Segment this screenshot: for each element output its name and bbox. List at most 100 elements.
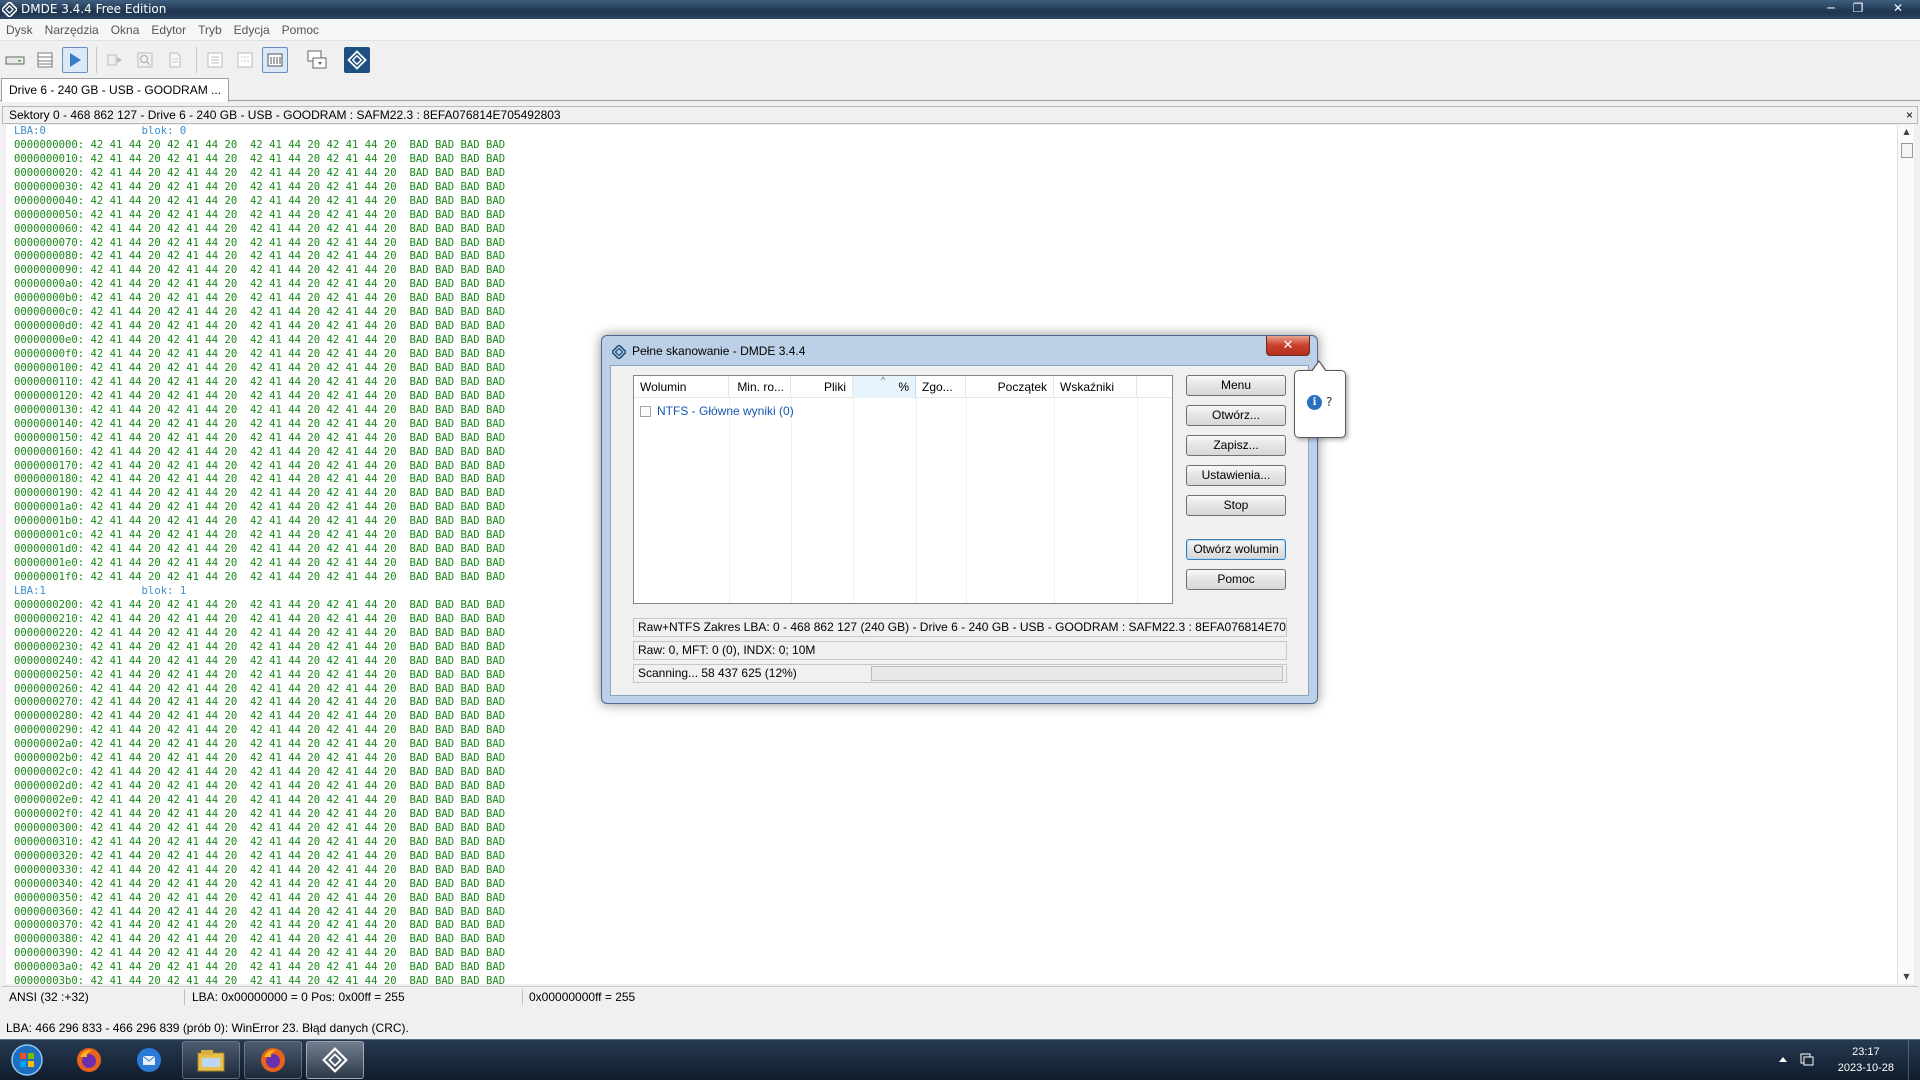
- menu-narzedzia[interactable]: Narzędzia: [39, 19, 105, 41]
- scroll-down-icon[interactable]: ▼: [1898, 970, 1915, 984]
- hex-row[interactable]: 00000002c0: 42 41 44 20 42 41 44 20 42 4…: [6, 766, 1897, 780]
- volume-row-ntfs[interactable]: NTFS - Główne wyniki (0): [640, 403, 794, 419]
- scroll-up-icon[interactable]: ▲: [1898, 125, 1915, 139]
- hex-row[interactable]: 0000000310: 42 41 44 20 42 41 44 20 42 4…: [6, 836, 1897, 850]
- action-center-icon[interactable]: [1800, 1052, 1814, 1066]
- hex-row[interactable]: 0000000030: 42 41 44 20 42 41 44 20 42 4…: [6, 181, 1897, 195]
- hex-text: BAD BAD BAD BAD: [409, 306, 506, 319]
- file-button[interactable]: [162, 47, 188, 73]
- step-button[interactable]: [102, 47, 128, 73]
- menu-tryb[interactable]: Tryb: [192, 19, 228, 41]
- hex-row[interactable]: 0000000390: 42 41 44 20 42 41 44 20 42 4…: [6, 947, 1897, 961]
- hex-text: BAD BAD BAD BAD: [409, 975, 506, 984]
- hex-row[interactable]: 0000000070: 42 41 44 20 42 41 44 20 42 4…: [6, 237, 1897, 251]
- dmde-logo-button[interactable]: [344, 47, 370, 73]
- volume-list[interactable]: Wolumin Min. ro... Pliki ^% Zgo... Począ…: [633, 375, 1173, 604]
- hex-row[interactable]: 0000000280: 42 41 44 20 42 41 44 20 42 4…: [6, 710, 1897, 724]
- menu-edycja[interactable]: Edycja: [228, 19, 276, 41]
- hex-row[interactable]: 0000000320: 42 41 44 20 42 41 44 20 42 4…: [6, 850, 1897, 864]
- hex-row[interactable]: 0000000000: 42 41 44 20 42 41 44 20 42 4…: [6, 139, 1897, 153]
- taskbar-dmde[interactable]: [306, 1041, 364, 1079]
- hex-gap: [397, 906, 410, 918]
- col-wolumin[interactable]: Wolumin: [634, 376, 729, 398]
- taskbar-explorer[interactable]: [182, 1041, 240, 1079]
- hex-row[interactable]: 0000000380: 42 41 44 20 42 41 44 20 42 4…: [6, 933, 1897, 947]
- hex-offset: 0000000110: [14, 375, 78, 388]
- hex-row[interactable]: 0000000090: 42 41 44 20 42 41 44 20 42 4…: [6, 264, 1897, 278]
- hex-row[interactable]: 00000002d0: 42 41 44 20 42 41 44 20 42 4…: [6, 780, 1897, 794]
- menu-button[interactable]: Menu: [1186, 375, 1286, 396]
- hex-row[interactable]: 0000000010: 42 41 44 20 42 41 44 20 42 4…: [6, 153, 1897, 167]
- drive-button[interactable]: [2, 47, 28, 73]
- volume-checkbox[interactable]: [640, 405, 651, 417]
- hex-colon: :: [77, 236, 91, 249]
- scan-button[interactable]: [62, 47, 88, 73]
- clock[interactable]: 23:17 2023-10-28: [1838, 1044, 1894, 1076]
- show-desktop-button[interactable]: [1908, 1040, 1920, 1080]
- scrollbar-thumb[interactable]: [1901, 143, 1913, 158]
- col-pliki[interactable]: Pliki: [791, 376, 853, 398]
- hex-row[interactable]: 0000000020: 42 41 44 20 42 41 44 20 42 4…: [6, 167, 1897, 181]
- hex-row[interactable]: 0000000300: 42 41 44 20 42 41 44 20 42 4…: [6, 822, 1897, 836]
- partitions-button[interactable]: [32, 47, 58, 73]
- hex-row[interactable]: 0000000340: 42 41 44 20 42 41 44 20 42 4…: [6, 878, 1897, 892]
- taskbar-firefox[interactable]: [60, 1041, 118, 1079]
- hex-row[interactable]: 0000000350: 42 41 44 20 42 41 44 20 42 4…: [6, 892, 1897, 906]
- hex-row[interactable]: 0000000330: 42 41 44 20 42 41 44 20 42 4…: [6, 864, 1897, 878]
- text-view-button[interactable]: [202, 47, 228, 73]
- hex-row[interactable]: 0000000360: 42 41 44 20 42 41 44 20 42 4…: [6, 906, 1897, 920]
- open-button[interactable]: Otwórz...: [1186, 405, 1286, 426]
- start-button[interactable]: [2, 1041, 52, 1079]
- hex-gap: [397, 780, 410, 792]
- col-percent[interactable]: ^%: [853, 375, 916, 398]
- hex-offset: 0000000310: [14, 835, 78, 848]
- hex-row[interactable]: 0000000050: 42 41 44 20 42 41 44 20 42 4…: [6, 209, 1897, 223]
- menu-dysk[interactable]: Dysk: [0, 19, 39, 41]
- col-zgodnosc[interactable]: Zgo...: [916, 376, 966, 398]
- hex-offset: 00000003b0: [14, 975, 78, 984]
- vertical-scrollbar[interactable]: ▲ ▼: [1897, 125, 1914, 984]
- hex-bytes: 42 41 44 20 42 41 44 20 42 41 44 20 42 4…: [90, 459, 397, 472]
- hex-bytes: 42 41 44 20 42 41 44 20 42 41 44 20 42 4…: [90, 571, 397, 583]
- hex-row[interactable]: 00000003a0: 42 41 44 20 42 41 44 20 42 4…: [6, 961, 1897, 975]
- col-wskazniki[interactable]: Wskaźniki: [1054, 376, 1137, 398]
- hex-row[interactable]: 00000003b0: 42 41 44 20 42 41 44 20 42 4…: [6, 975, 1897, 984]
- settings-button[interactable]: Ustawienia...: [1186, 465, 1286, 486]
- menu-okna[interactable]: Okna: [105, 19, 146, 41]
- hex-row[interactable]: 00000000a0: 42 41 44 20 42 41 44 20 42 4…: [6, 278, 1897, 292]
- hex-row[interactable]: 00000002f0: 42 41 44 20 42 41 44 20 42 4…: [6, 808, 1897, 822]
- hex-row[interactable]: 0000000040: 42 41 44 20 42 41 44 20 42 4…: [6, 195, 1897, 209]
- tray-expand-icon[interactable]: [1778, 1055, 1788, 1063]
- hex-row[interactable]: 0000000080: 42 41 44 20 42 41 44 20 42 4…: [6, 250, 1897, 264]
- maximize-button[interactable]: ❐: [1845, 0, 1871, 17]
- taskbar-firefox-running[interactable]: [244, 1041, 302, 1079]
- hex-row[interactable]: 0000000370: 42 41 44 20 42 41 44 20 42 4…: [6, 919, 1897, 933]
- hex-offset: 0000000040: [14, 194, 78, 207]
- help-button[interactable]: Pomoc: [1186, 569, 1286, 590]
- hex-row[interactable]: 00000000d0: 42 41 44 20 42 41 44 20 42 4…: [6, 320, 1897, 334]
- col-poczatek[interactable]: Początek: [966, 376, 1054, 398]
- close-button[interactable]: ✕: [1880, 0, 1916, 17]
- menu-pomoc[interactable]: Pomoc: [276, 19, 325, 41]
- open-volume-button[interactable]: Otwórz wolumin: [1186, 539, 1286, 560]
- list-view-button[interactable]: [232, 47, 258, 73]
- hex-row[interactable]: 0000000060: 42 41 44 20 42 41 44 20 42 4…: [6, 223, 1897, 237]
- hex-row[interactable]: 00000000c0: 42 41 44 20 42 41 44 20 42 4…: [6, 306, 1897, 320]
- stop-button[interactable]: Stop: [1186, 495, 1286, 516]
- find-button[interactable]: [132, 47, 158, 73]
- hex-row[interactable]: 00000002b0: 42 41 44 20 42 41 44 20 42 4…: [6, 752, 1897, 766]
- minimize-button[interactable]: ─: [1818, 0, 1844, 17]
- menu-edytor[interactable]: Edytor: [145, 19, 192, 41]
- tab-drive[interactable]: Drive 6 - 240 GB - USB - GOODRAM ...: [1, 78, 230, 102]
- close-panel-icon[interactable]: ×: [1906, 107, 1913, 123]
- save-button[interactable]: Zapisz...: [1186, 435, 1286, 456]
- hex-row[interactable]: 0000000290: 42 41 44 20 42 41 44 20 42 4…: [6, 724, 1897, 738]
- taskbar-thunderbird[interactable]: [120, 1041, 178, 1079]
- hex-view-button[interactable]: [262, 47, 288, 73]
- copy-button[interactable]: [304, 47, 330, 73]
- hex-row[interactable]: 00000002e0: 42 41 44 20 42 41 44 20 42 4…: [6, 794, 1897, 808]
- dialog-close-button[interactable]: ✕: [1266, 336, 1310, 356]
- hex-row[interactable]: 00000002a0: 42 41 44 20 42 41 44 20 42 4…: [6, 738, 1897, 752]
- hex-row[interactable]: 00000000b0: 42 41 44 20 42 41 44 20 42 4…: [6, 292, 1897, 306]
- col-min-ro[interactable]: Min. ro...: [729, 376, 791, 398]
